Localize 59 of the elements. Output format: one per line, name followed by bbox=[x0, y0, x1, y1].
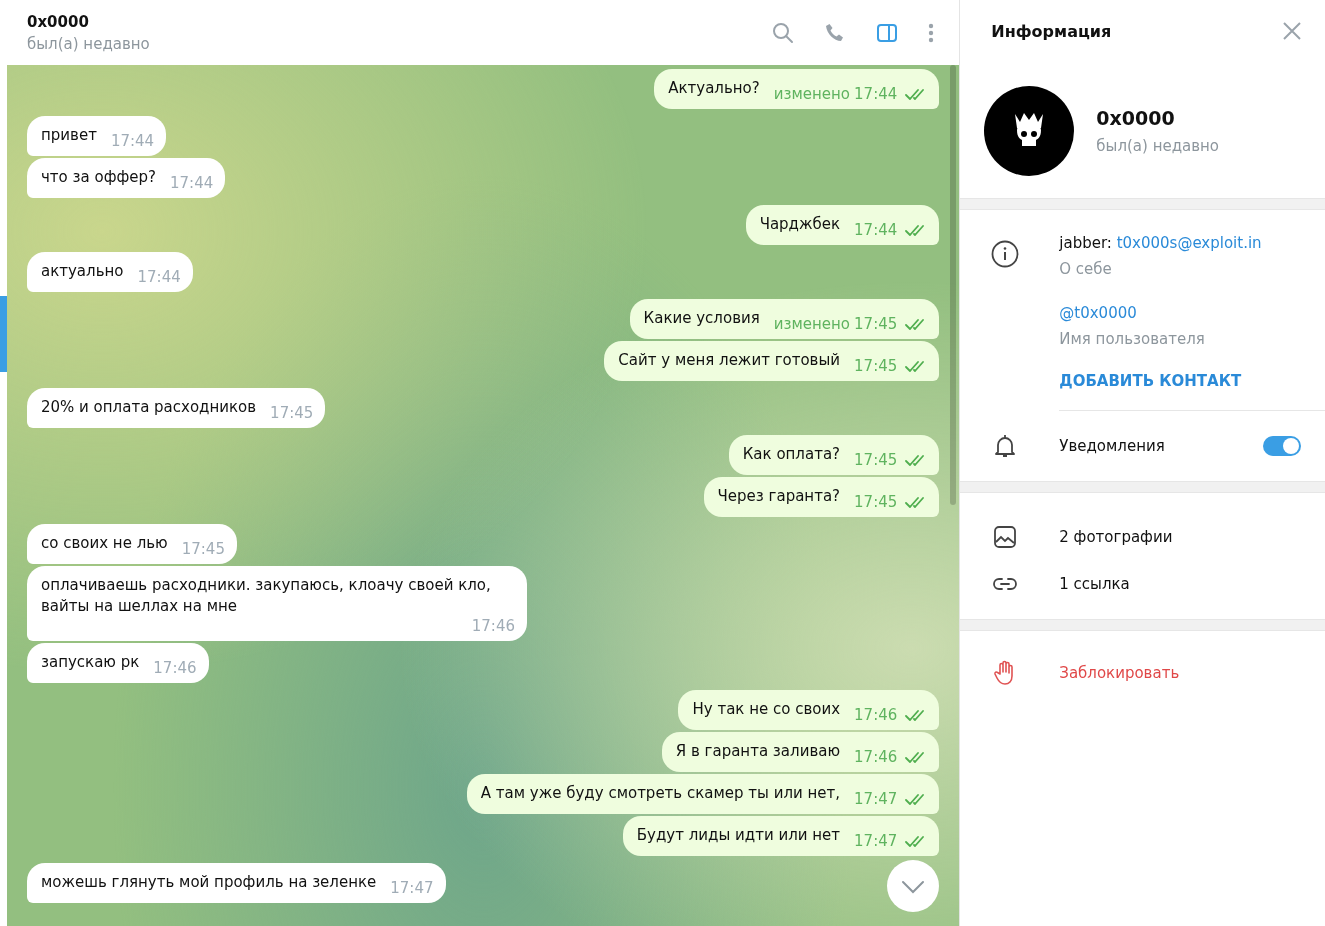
message-time: 17:47 bbox=[854, 790, 898, 808]
edited-label: изменено bbox=[773, 85, 851, 103]
message-time: 17:47 bbox=[854, 832, 898, 850]
message-text: Чарджбек bbox=[759, 214, 841, 235]
message-text: Я в гаранта заливаю bbox=[675, 741, 841, 762]
message-time: 17:46 bbox=[153, 659, 197, 677]
message-time: 17:44 bbox=[854, 85, 898, 103]
message-text: запускаю рк bbox=[41, 652, 140, 673]
message-text: Будут лиды идти или нет bbox=[636, 825, 841, 846]
notifications-label: Уведомления bbox=[1059, 437, 1166, 455]
edited-label: изменено bbox=[773, 315, 851, 333]
scroll-down-button[interactable] bbox=[887, 860, 940, 912]
media-item[interactable]: 1 ссылка bbox=[1059, 574, 1301, 593]
media-item[interactable]: 2 фотографии bbox=[1059, 527, 1301, 546]
message-text: что за оффер? bbox=[41, 167, 157, 188]
message-time: 17:45 bbox=[270, 404, 314, 422]
close-icon[interactable] bbox=[1283, 22, 1301, 40]
profile-status: был(а) недавно bbox=[1096, 137, 1220, 155]
chat-status: был(а) недавно bbox=[27, 34, 150, 53]
message-time: 17:45 bbox=[181, 540, 225, 558]
username-link[interactable]: @t0x0000 bbox=[1059, 302, 1262, 324]
block-button[interactable]: Заблокировать bbox=[1059, 664, 1301, 682]
bio-label: О себе bbox=[1059, 259, 1113, 280]
message-text: актуально bbox=[41, 261, 124, 282]
message-time: 17:47 bbox=[390, 879, 434, 897]
message-time: 17:44 bbox=[170, 174, 214, 192]
message-text: Какие условия bbox=[643, 308, 760, 329]
message-time: 17:45 bbox=[854, 357, 898, 375]
message-text: 20% и оплата расходников bbox=[41, 397, 257, 418]
message-time: 17:45 bbox=[854, 315, 898, 333]
message-text: Через гаранта? bbox=[717, 486, 841, 507]
message-text: оплачиваешь расходники. закупаюсь, клоачу своей кло, вайты на шеллах на мне bbox=[41, 575, 492, 617]
message-text: Как оплата? bbox=[742, 444, 841, 465]
message-text: Сайт у меня лежит готовый bbox=[618, 350, 841, 371]
message-time: 17:44 bbox=[854, 221, 898, 239]
message-time: 17:44 bbox=[137, 268, 181, 286]
message-time: 17:44 bbox=[110, 132, 155, 150]
message-text: Актуально? bbox=[668, 78, 760, 99]
message-time: 17:45 bbox=[854, 493, 898, 511]
chat-title: 0x0000 bbox=[27, 12, 90, 31]
message-time: 17:45 bbox=[854, 451, 898, 469]
add-contact-button[interactable]: ДОБАВИТЬ КОНТАКТ bbox=[1059, 372, 1262, 390]
message-text: Ну так не со своих bbox=[692, 699, 841, 720]
message-text: привет bbox=[41, 125, 97, 146]
message-time: 17:46 bbox=[471, 617, 515, 635]
panel-title: Информация bbox=[991, 21, 1112, 41]
message-time: 17:46 bbox=[854, 748, 898, 766]
notifications-toggle[interactable] bbox=[1263, 436, 1301, 456]
bio-text: jabber: t0x000s@exploit.in bbox=[1059, 233, 1262, 254]
message-time: 17:46 bbox=[854, 706, 898, 724]
message-text: со своих не лью bbox=[41, 533, 168, 554]
search-icon[interactable] bbox=[771, 20, 796, 45]
message-text: можешь глянуть мой профиль на зеленке bbox=[41, 872, 377, 893]
profile-name: 0x0000 bbox=[1096, 107, 1176, 129]
info-icon bbox=[991, 240, 1020, 268]
jabber-link[interactable]: t0x000s@exploit.in bbox=[1116, 234, 1262, 252]
username-label: Имя пользователя bbox=[1059, 329, 1206, 350]
message-text: А там уже буду смотреть скамер ты или нет, bbox=[480, 783, 841, 804]
scrollbar-thumb[interactable] bbox=[950, 65, 957, 505]
